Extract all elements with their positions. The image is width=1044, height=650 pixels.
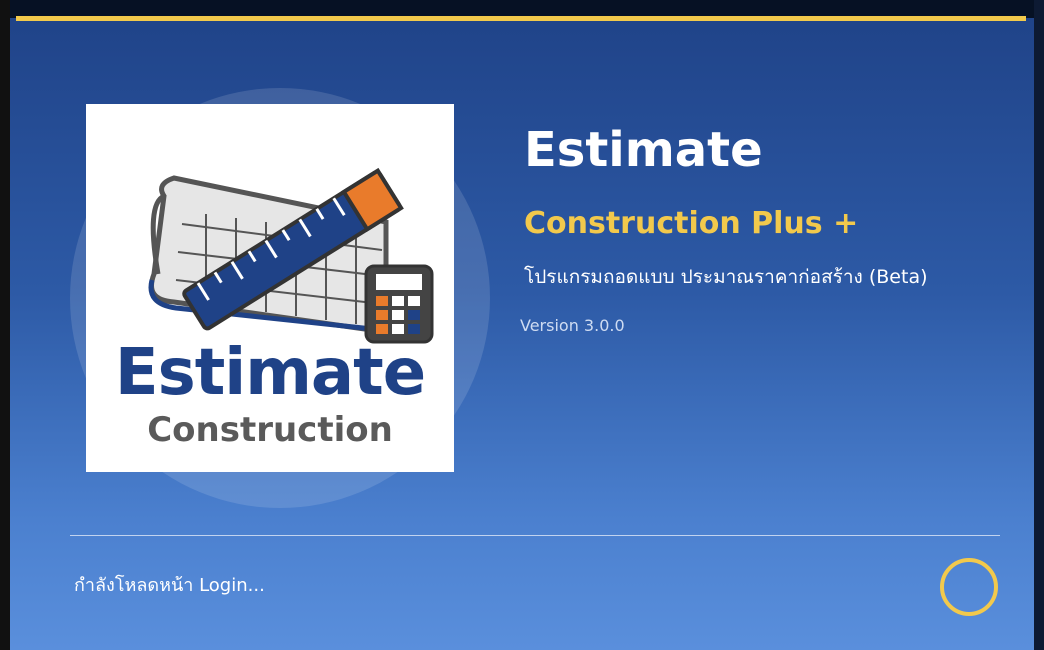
- app-description: โปรแกรมถอดแบบ ประมาณราคาก่อสร้าง (Beta): [524, 266, 928, 288]
- divider: [70, 535, 1000, 536]
- loading-spinner-icon: [940, 558, 998, 616]
- logo-title: Estimate: [114, 336, 426, 410]
- loading-status: กำลังโหลดหน้า Login...: [74, 575, 265, 596]
- app-subtitle: Construction Plus +: [524, 206, 859, 241]
- app-title: Estimate: [524, 122, 763, 178]
- app-logo: Estimate Construction: [86, 104, 454, 472]
- logo-subtitle: Construction: [147, 410, 393, 450]
- window-left-edge: [0, 0, 10, 650]
- window-right-edge: [1034, 0, 1044, 650]
- splash-window: Estimate Construction Estimate Construct…: [10, 0, 1044, 650]
- accent-line: [16, 16, 1026, 21]
- app-version: Version 3.0.0: [520, 316, 625, 335]
